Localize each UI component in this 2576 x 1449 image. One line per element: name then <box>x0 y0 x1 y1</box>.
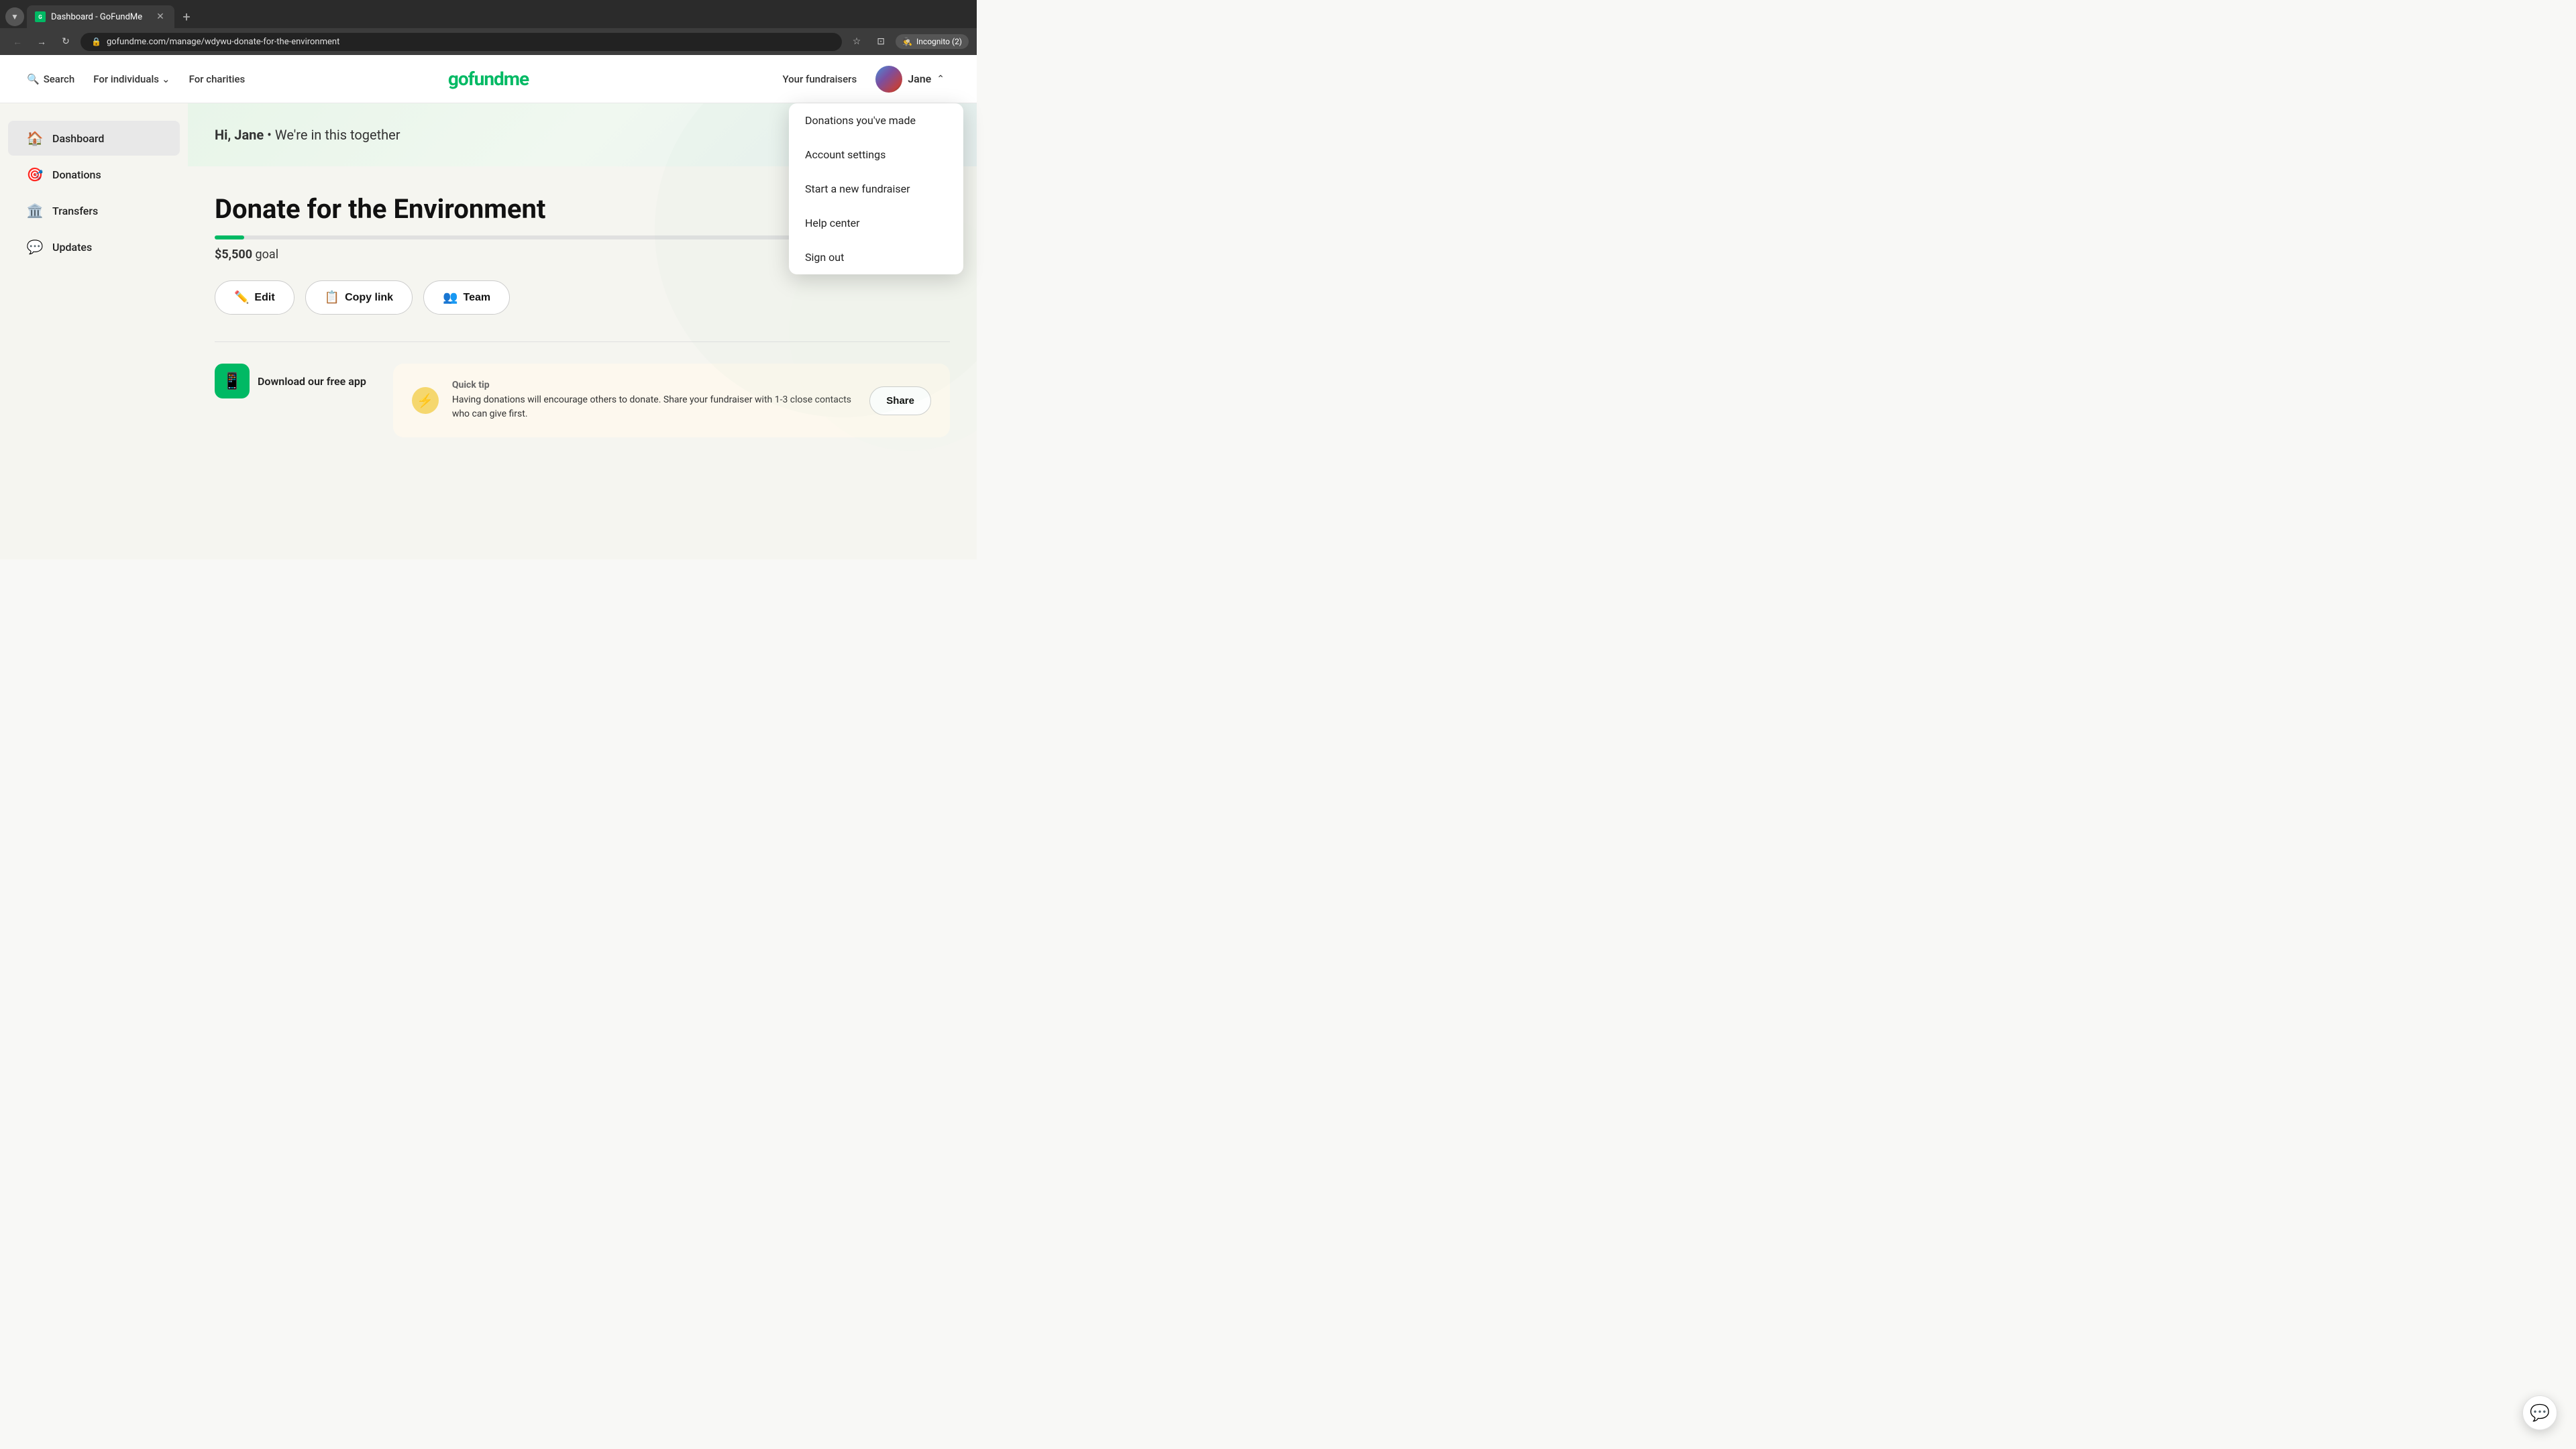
sidebar-item-updates[interactable]: 💬 Updates <box>8 229 180 264</box>
copy-link-label: Copy link <box>345 292 393 304</box>
quick-tip-label: Quick tip <box>452 380 856 390</box>
logo-text: gofundme <box>448 68 529 90</box>
forward-button[interactable]: → <box>32 32 51 51</box>
incognito-button[interactable]: 🕵 Incognito (2) <box>896 34 969 49</box>
browser-tab-bar: ▼ G Dashboard - GoFundMe ✕ + <box>0 0 977 28</box>
greeting-name: Hi, Jane <box>215 127 264 143</box>
copy-icon: 📋 <box>325 290 339 305</box>
quick-tip-text: Having donations will encourage others t… <box>452 393 856 421</box>
team-icon: 👥 <box>443 290 458 305</box>
edit-button[interactable]: ✏️ Edit <box>215 280 294 315</box>
top-nav: 🔍 Search For individuals ⌄ For charities… <box>0 55 977 103</box>
edit-label: Edit <box>254 292 274 304</box>
tab-close-button[interactable]: ✕ <box>154 11 166 23</box>
download-label: Download our free app <box>258 375 366 388</box>
sidebar: 🏠 Dashboard 🎯 Donations 🏛️ Transfers 💬 U… <box>0 103 188 559</box>
sidebar-label-dashboard: Dashboard <box>52 132 104 145</box>
incognito-icon: 🕵 <box>902 37 912 46</box>
user-dropdown-menu: Donations you've madeAccount settingsSta… <box>789 103 963 274</box>
for-individuals-label: For individuals <box>93 73 159 85</box>
lightning-icon: ⚡ <box>412 387 439 414</box>
tip-share-button[interactable]: Share <box>869 386 931 415</box>
donations-icon: 🎯 <box>27 166 43 182</box>
home-icon: 🏠 <box>27 130 43 146</box>
chat-icon: 💬 <box>2530 1403 2550 1422</box>
nav-left: 🔍 Search For individuals ⌄ For charities <box>27 73 245 85</box>
dropdown-item-donations-made[interactable]: Donations you've made <box>789 103 963 138</box>
nav-right: Your fundraisers Jane ⌃ <box>782 63 950 95</box>
quick-tip-card: ⚡ Quick tip Having donations will encour… <box>393 364 950 437</box>
lock-icon: 🔒 <box>91 37 101 46</box>
search-button[interactable]: 🔍 Search <box>27 73 74 85</box>
tab-expand-button[interactable]: ▼ <box>5 7 24 26</box>
bookmark-button[interactable]: ☆ <box>847 32 866 51</box>
goal-label: goal <box>256 248 279 262</box>
sidebar-item-transfers[interactable]: 🏛️ Transfers <box>8 193 180 228</box>
dropdown-item-start-fundraiser[interactable]: Start a new fundraiser <box>789 172 963 206</box>
browser-nav-bar: ← → ↻ 🔒 gofundme.com/manage/wdywu-donate… <box>0 28 977 55</box>
url-text: gofundme.com/manage/wdywu-donate-for-the… <box>107 37 339 47</box>
tip-content: Quick tip Having donations will encourag… <box>452 380 856 421</box>
user-avatar <box>875 66 902 93</box>
new-tab-button[interactable]: + <box>177 7 196 26</box>
sidebar-item-donations[interactable]: 🎯 Donations <box>8 157 180 192</box>
incognito-label: Incognito (2) <box>916 37 962 46</box>
sidebar-item-dashboard[interactable]: 🏠 Dashboard <box>8 121 180 156</box>
updates-icon: 💬 <box>27 239 43 255</box>
dropdown-item-account-settings[interactable]: Account settings <box>789 138 963 172</box>
search-icon: 🔍 <box>27 73 40 85</box>
user-menu-button[interactable]: Jane ⌃ <box>870 63 950 95</box>
sidebar-label-donations: Donations <box>52 168 101 181</box>
copy-link-button[interactable]: 📋 Copy link <box>305 280 413 315</box>
bottom-section: 📱 Download our free app ⚡ Quick tip Havi… <box>215 341 950 459</box>
for-charities-label: For charities <box>189 73 246 85</box>
reload-button[interactable]: ↻ <box>56 32 75 51</box>
transfers-icon: 🏛️ <box>27 203 43 219</box>
download-app-button[interactable]: 📱 Download our free app <box>215 364 366 398</box>
progress-bar-fill <box>215 235 244 239</box>
greeting-text: Hi, Jane • We're in this together <box>215 127 799 143</box>
address-bar[interactable]: 🔒 gofundme.com/manage/wdywu-donate-for-t… <box>80 33 842 51</box>
for-individuals-button[interactable]: For individuals ⌄ <box>93 73 170 85</box>
chevron-down-icon: ⌄ <box>162 73 170 85</box>
page: 🔍 Search For individuals ⌄ For charities… <box>0 55 977 559</box>
active-tab[interactable]: G Dashboard - GoFundMe ✕ <box>27 5 174 28</box>
greeting-subtitle: • We're in this together <box>267 127 400 143</box>
back-button[interactable]: ← <box>8 32 27 51</box>
dropdown-item-help-center[interactable]: Help center <box>789 206 963 240</box>
sidebar-button[interactable]: ⊡ <box>871 32 890 51</box>
team-label: Team <box>464 292 491 304</box>
your-fundraisers-button[interactable]: Your fundraisers <box>782 73 857 85</box>
nav-right-buttons: ☆ ⊡ 🕵 Incognito (2) <box>847 32 969 51</box>
sidebar-label-updates: Updates <box>52 241 92 254</box>
action-buttons: ✏️ Edit 📋 Copy link 👥 Team <box>215 280 950 315</box>
dropdown-item-sign-out[interactable]: Sign out <box>789 240 963 274</box>
chat-fab-button[interactable]: 💬 <box>2522 1395 2557 1430</box>
edit-icon: ✏️ <box>234 290 249 305</box>
browser-chrome: ▼ G Dashboard - GoFundMe ✕ + ← → ↻ 🔒 gof… <box>0 0 977 55</box>
app-icon: 📱 <box>215 364 250 398</box>
goal-amount: $5,500 <box>215 248 252 262</box>
tab-favicon: G <box>35 11 46 22</box>
team-button[interactable]: 👥 Team <box>423 280 510 315</box>
user-menu-chevron-icon: ⌃ <box>936 74 945 85</box>
user-name: Jane <box>908 72 931 85</box>
sidebar-label-transfers: Transfers <box>52 205 98 217</box>
for-charities-button[interactable]: For charities <box>189 73 246 85</box>
tab-title: Dashboard - GoFundMe <box>51 12 142 22</box>
nav-logo[interactable]: gofundme <box>448 68 529 90</box>
search-label: Search <box>44 73 75 85</box>
